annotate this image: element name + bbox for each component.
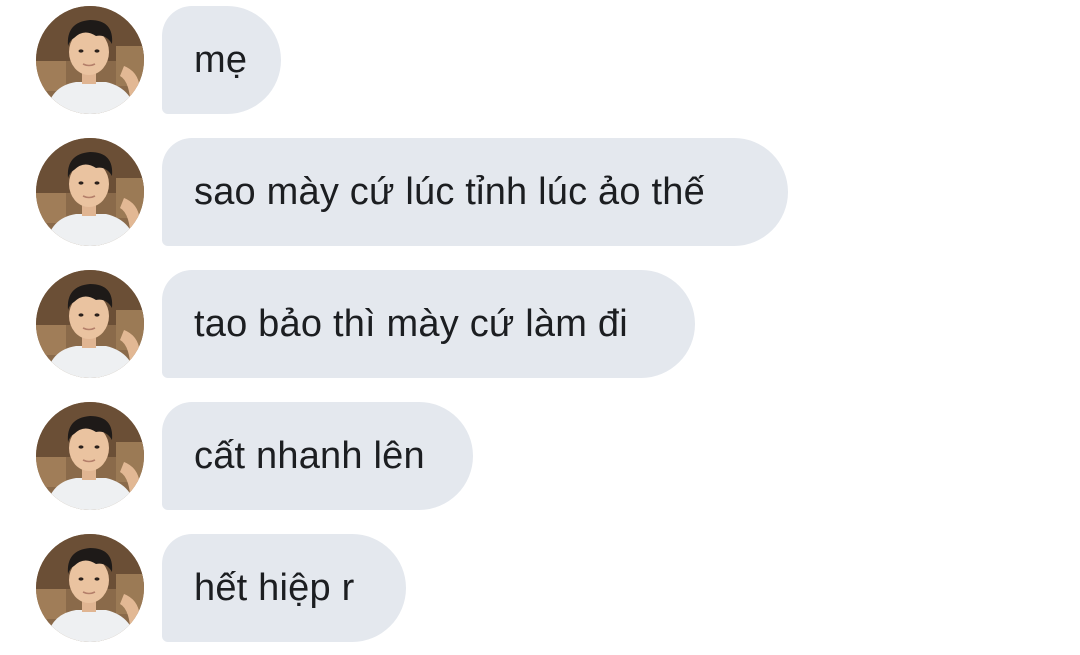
- message-text: cất nhanh lên: [194, 434, 425, 477]
- avatar-image: [36, 138, 144, 246]
- sender-avatar[interactable]: [36, 402, 144, 510]
- message-row: tao bảo thì mày cứ làm đi: [0, 270, 1080, 378]
- avatar-image: [36, 270, 144, 378]
- sender-avatar[interactable]: [36, 6, 144, 114]
- sender-avatar[interactable]: [36, 138, 144, 246]
- message-text: hết hiệp r: [194, 566, 355, 609]
- message-bubble[interactable]: hết hiệp r: [162, 534, 406, 642]
- message-thread: mẹ sao mày cứ lúc tỉnh lúc ảo thế tao bả…: [0, 0, 1080, 655]
- message-bubble[interactable]: cất nhanh lên: [162, 402, 473, 510]
- avatar-image: [36, 534, 144, 642]
- message-bubble[interactable]: mẹ: [162, 6, 281, 114]
- message-text: sao mày cứ lúc tỉnh lúc ảo thế: [194, 170, 705, 213]
- message-row: hết hiệp r: [0, 534, 1080, 642]
- message-row: cất nhanh lên: [0, 402, 1080, 510]
- message-bubble[interactable]: sao mày cứ lúc tỉnh lúc ảo thế: [162, 138, 788, 246]
- avatar-image: [36, 6, 144, 114]
- sender-avatar[interactable]: [36, 270, 144, 378]
- message-text: tao bảo thì mày cứ làm đi: [194, 302, 628, 345]
- avatar-image: [36, 402, 144, 510]
- message-text: mẹ: [194, 38, 248, 81]
- sender-avatar[interactable]: [36, 534, 144, 642]
- message-row: mẹ: [0, 6, 1080, 114]
- message-row: sao mày cứ lúc tỉnh lúc ảo thế: [0, 138, 1080, 246]
- message-bubble[interactable]: tao bảo thì mày cứ làm đi: [162, 270, 695, 378]
